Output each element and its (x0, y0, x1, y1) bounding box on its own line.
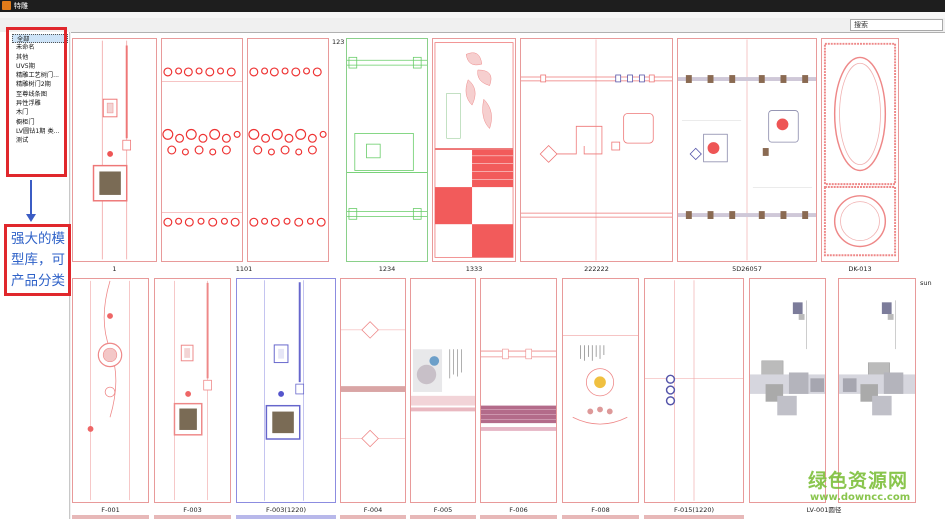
model-thumbnail[interactable] (247, 38, 329, 262)
model-corner-label: sun (920, 279, 932, 287)
toolbar (0, 18, 945, 32)
next-row-hint (562, 515, 639, 519)
door-design-f005 (411, 349, 475, 412)
door-design-f008 (563, 335, 638, 425)
category-highlight-box (6, 27, 67, 177)
model-label: 1 (112, 265, 117, 273)
door-design-1 (92, 40, 132, 260)
door-design-1333 (434, 42, 514, 258)
model-label: F-003 (183, 506, 202, 514)
model-thumbnail[interactable] (520, 38, 673, 262)
window-title: 特雕 (14, 2, 28, 10)
watermark-title: 绿色资源网 (808, 470, 909, 492)
model-label: F-015(1220) (673, 506, 715, 514)
door-design-f001 (87, 280, 130, 501)
door-design-dk013 (823, 42, 897, 257)
next-row-hint (644, 515, 744, 519)
feature-callout: 强大的模型库，可产品分类 (4, 224, 71, 296)
model-label: 1234 (378, 265, 396, 273)
model-thumbnail[interactable] (154, 278, 231, 503)
model-label: 5D26057 (732, 265, 762, 273)
model-label: F-005 (433, 506, 453, 514)
model-label: F-008 (591, 506, 610, 514)
next-row-hint (340, 515, 406, 519)
model-label: 1101 (235, 265, 253, 273)
watermark-url: www.downcc.com (810, 492, 911, 503)
next-row-hint (410, 515, 476, 519)
model-thumbnail[interactable] (410, 278, 476, 503)
door-design-f003-1220 (264, 280, 305, 501)
model-thumbnail[interactable] (821, 38, 899, 262)
door-design-1234 (347, 56, 427, 220)
model-thumbnail[interactable] (644, 278, 744, 503)
model-thumbnail[interactable] (480, 278, 557, 503)
model-thumbnail[interactable] (161, 38, 243, 262)
model-thumbnail[interactable] (72, 38, 157, 262)
app-icon (2, 1, 11, 10)
model-label: F-006 (509, 506, 528, 514)
model-thumbnail[interactable] (562, 278, 639, 503)
callout-arrow-line (30, 180, 32, 216)
door-design-f015-1220 (645, 280, 743, 501)
model-thumbnail[interactable] (677, 38, 817, 262)
door-design-5d26057 (678, 39, 816, 261)
next-row-hint (236, 515, 336, 519)
door-design-123 (248, 67, 327, 227)
model-thumbnail[interactable] (72, 278, 149, 503)
next-row-hint (480, 515, 557, 519)
model-label: 1333 (465, 265, 483, 273)
model-label: F-003(1220) (265, 506, 307, 514)
model-corner-label: 123 (332, 38, 345, 46)
door-design-f003 (173, 280, 212, 501)
model-label: LV-001圆径 (806, 506, 842, 514)
arrow-down-icon (26, 214, 36, 222)
door-design-1101 (162, 67, 242, 227)
title-bar: 特雕 (0, 0, 945, 12)
model-label: 222222 (584, 265, 609, 273)
next-row-hint (72, 515, 149, 519)
model-label: F-004 (363, 506, 383, 514)
model-label: DK-013 (848, 265, 872, 273)
model-thumbnail[interactable] (340, 278, 406, 503)
door-design-f004 (341, 321, 405, 448)
model-thumbnail[interactable] (346, 38, 428, 262)
door-design-222222 (521, 39, 672, 261)
model-label: F-001 (101, 506, 120, 514)
model-thumbnail[interactable] (432, 38, 516, 262)
search-input[interactable]: 搜索 (850, 19, 943, 31)
door-design-f006 (481, 348, 556, 431)
next-row-hint (154, 515, 231, 519)
model-thumbnail[interactable] (236, 278, 336, 503)
